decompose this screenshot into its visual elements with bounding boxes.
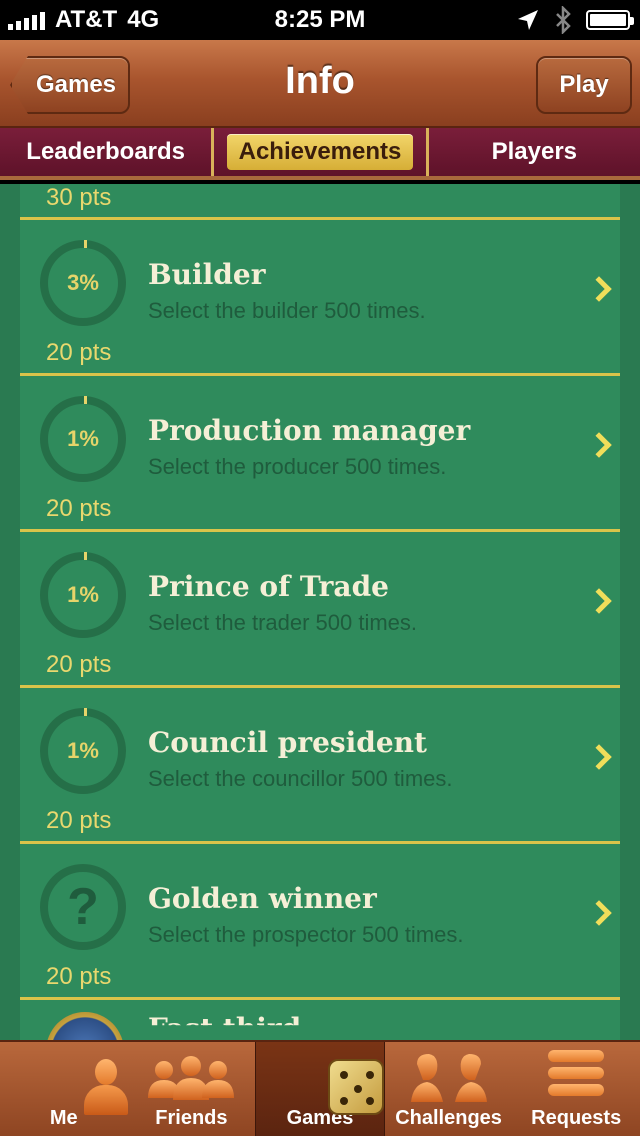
tab-requests-label: Requests	[531, 1107, 622, 1129]
tab-friends-label: Friends	[155, 1107, 228, 1129]
bluetooth-icon	[556, 6, 571, 34]
requests-icon	[548, 1050, 605, 1098]
achievement-progress: 1%	[67, 426, 99, 451]
achievement-description: Select the trader 500 times.	[148, 610, 418, 635]
list-item[interactable]: Fast third	[20, 1000, 620, 1040]
achievement-description: Select the builder 500 times.	[148, 298, 426, 323]
achievement-progress: 1%	[67, 738, 99, 763]
tab-me-label: Me	[49, 1107, 78, 1129]
list-item[interactable]: 1% Production manager Select the produce…	[20, 376, 620, 532]
person-icon	[83, 1059, 128, 1115]
achievement-title: Fast third	[148, 1012, 302, 1040]
locked-question-icon: ?	[40, 864, 126, 950]
challenges-icon	[410, 1054, 487, 1102]
achievements-list: 30 pts 3% Builder Select the builder 500…	[20, 184, 620, 1040]
achievement-description: Select the councillor 500 times.	[148, 766, 453, 791]
status-bar: AT&T 4G 8:25 PM	[0, 0, 640, 40]
achievement-points: 20 pts	[46, 807, 112, 834]
chevron-right-icon	[586, 432, 612, 458]
achievement-description: Select the prospector 500 times.	[148, 922, 464, 947]
achievement-title: Production manager	[148, 414, 471, 447]
list-item[interactable]: 1% Council president Select the councill…	[20, 688, 620, 844]
tab-bar: Me Friends Games Challenges Requests	[0, 1040, 640, 1136]
achievement-points: 30 pts	[46, 184, 112, 211]
achievement-points: 20 pts	[46, 495, 112, 522]
felt-rail-left	[0, 184, 20, 1040]
list-item[interactable]: 30 pts	[20, 184, 620, 220]
progress-ring: 1%	[40, 396, 126, 482]
dice-icon	[327, 1059, 384, 1115]
battery-icon	[586, 10, 634, 30]
status-right	[516, 6, 634, 34]
tab-leaderboards[interactable]: Leaderboards	[0, 128, 211, 176]
achievements-list-container[interactable]: 30 pts 3% Builder Select the builder 500…	[0, 184, 640, 1040]
progress-ring: 1%	[40, 552, 126, 638]
chevron-right-icon	[586, 744, 612, 770]
achievement-points: 20 pts	[46, 339, 112, 366]
location-icon	[518, 10, 538, 30]
list-item[interactable]: ? Golden winner Select the prospector 50…	[20, 844, 620, 1000]
chevron-right-icon	[586, 276, 612, 302]
tab-games[interactable]: Games	[255, 1042, 385, 1136]
achievement-points: 20 pts	[46, 963, 112, 990]
achievement-title: Builder	[148, 258, 266, 291]
tab-friends[interactable]: Friends	[128, 1042, 256, 1136]
tab-challenges-label: Challenges	[395, 1107, 502, 1129]
achievement-points: 20 pts	[46, 651, 112, 678]
chevron-right-icon	[586, 900, 612, 926]
play-button[interactable]: Play	[536, 56, 632, 114]
segmented-control: Leaderboards Achievements Players	[0, 128, 640, 180]
tab-leaderboards-label: Leaderboards	[26, 138, 186, 165]
achievement-description: Select the producer 500 times.	[148, 454, 447, 479]
achievement-title: Golden winner	[148, 882, 377, 915]
medal-icon	[46, 1012, 124, 1040]
tab-players[interactable]: Players	[425, 128, 640, 176]
list-item[interactable]: 3% Builder Select the builder 500 times.…	[20, 220, 620, 376]
tab-requests[interactable]: Requests	[512, 1042, 640, 1136]
navigation-bar: Games Info Play	[0, 40, 640, 128]
tab-achievements[interactable]: Achievements	[211, 128, 425, 176]
achievement-progress: 3%	[67, 270, 99, 295]
friends-icon	[148, 1056, 235, 1100]
progress-ring: 3%	[40, 240, 126, 326]
achievement-title: Council president	[148, 726, 427, 759]
achievement-progress: 1%	[67, 582, 99, 607]
chevron-right-icon	[586, 588, 612, 614]
progress-ring: 1%	[40, 708, 126, 794]
list-item[interactable]: 1% Prince of Trade Select the trader 500…	[20, 532, 620, 688]
tab-achievements-label: Achievements	[226, 134, 414, 170]
felt-rail-right	[620, 184, 640, 1040]
tab-me[interactable]: Me	[0, 1042, 128, 1136]
tab-players-label: Players	[491, 138, 578, 165]
achievement-title: Prince of Trade	[148, 570, 389, 603]
tab-challenges[interactable]: Challenges	[385, 1042, 513, 1136]
